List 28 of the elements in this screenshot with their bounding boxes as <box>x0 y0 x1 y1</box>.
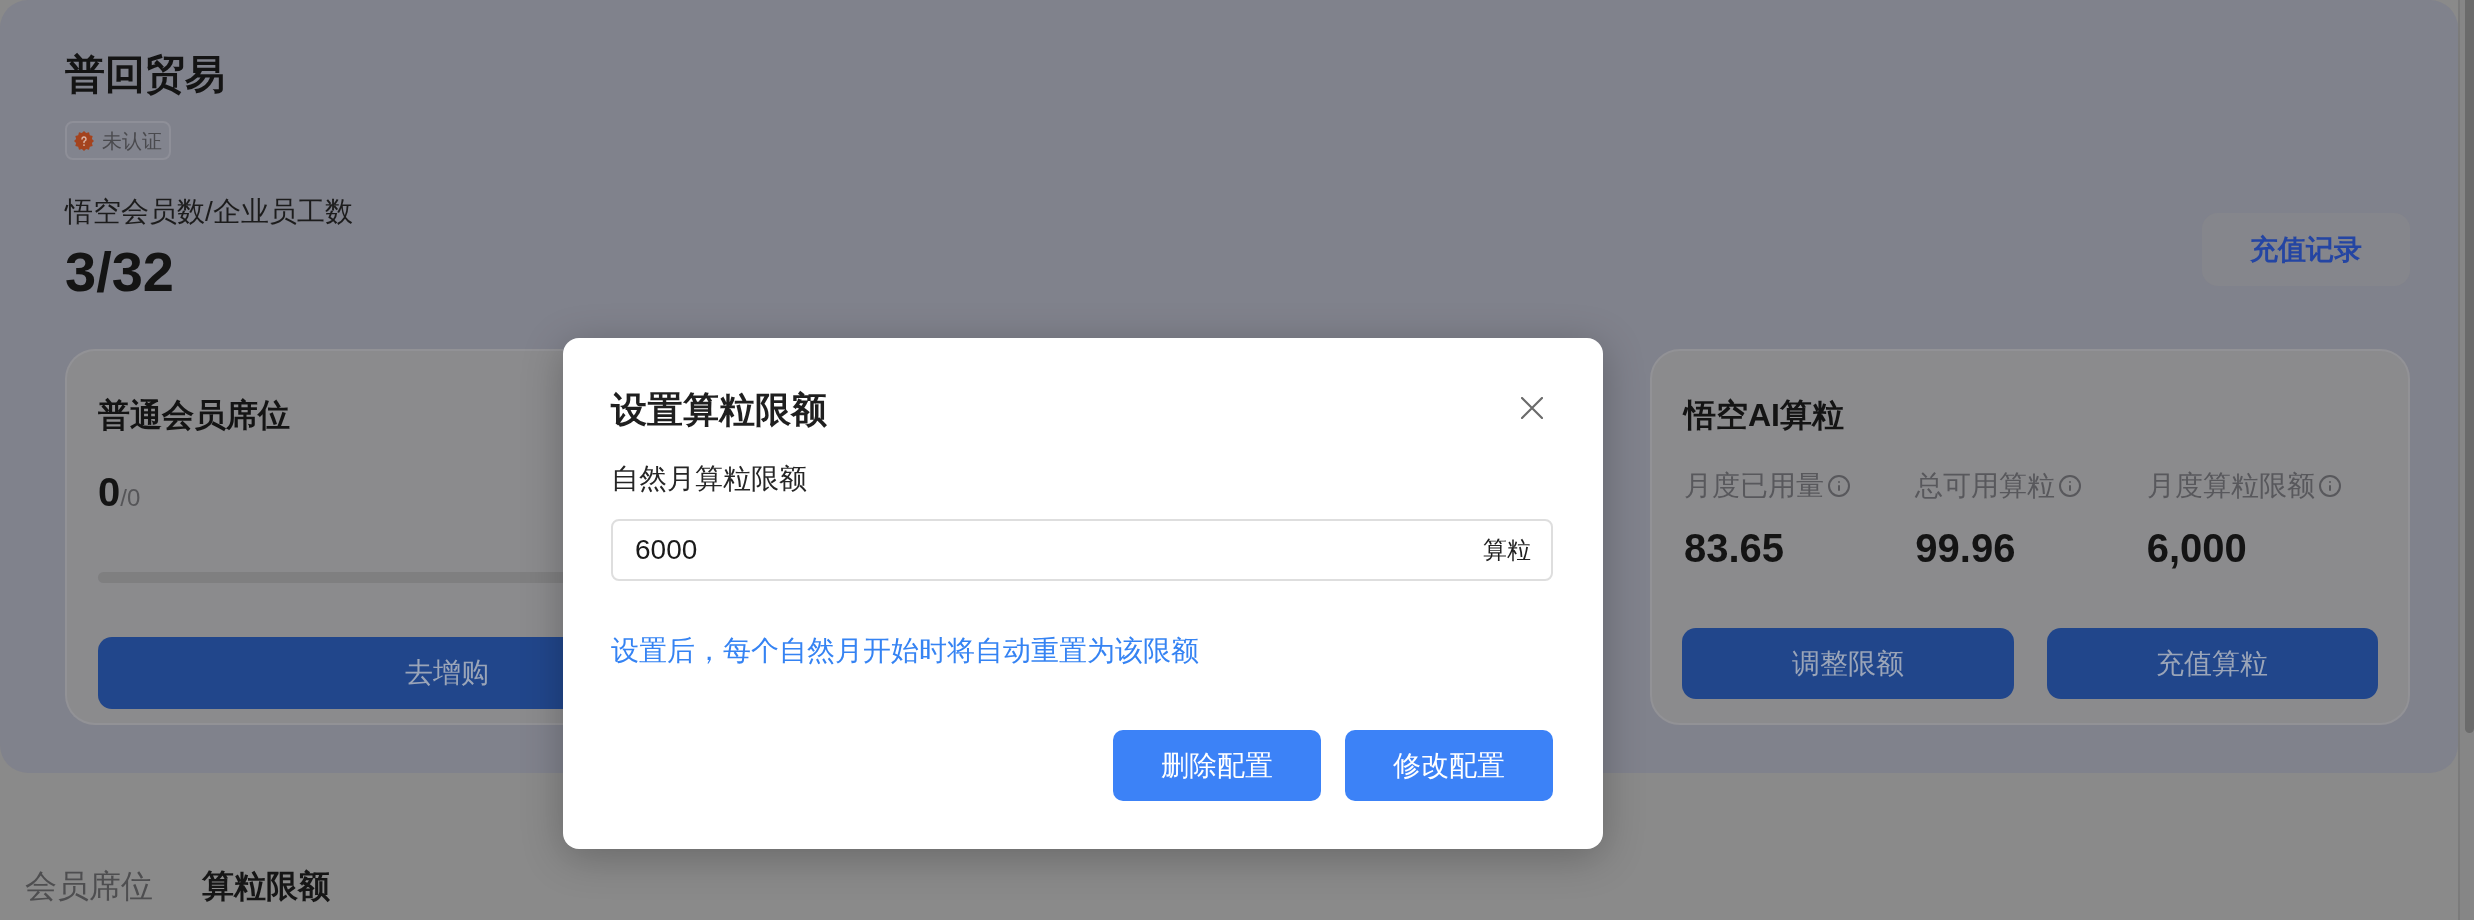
scrollbar-thumb[interactable] <box>2465 0 2474 733</box>
recharge-record-button[interactable]: 充值记录 <box>2202 213 2410 286</box>
stat-value: 99.96 <box>1915 525 2016 572</box>
info-icon[interactable] <box>2317 474 2342 498</box>
unit-label: 算粒 <box>1483 535 1531 565</box>
tab[interactable]: 算粒限额 <box>202 866 330 906</box>
member-count-label: 悟空会员数/企业员工数 <box>65 195 353 229</box>
stat-value: 6,000 <box>2146 525 2247 572</box>
hint-text: 设置后，每个自然月开始时将自动重置为该限额 <box>611 634 1200 668</box>
stat-value: 83.65 <box>1684 525 1785 572</box>
compute-action-button[interactable]: 充值算粒 <box>2046 628 2378 699</box>
buy-more-button[interactable]: 去增购 <box>98 637 563 709</box>
dialog-action-button[interactable]: 删除配置 <box>1113 730 1321 801</box>
question-badge-icon <box>74 130 94 151</box>
info-icon[interactable] <box>2058 474 2083 498</box>
card-title: 悟空AI算粒 <box>1682 396 1845 435</box>
close-icon <box>1521 397 1543 419</box>
badge-text: 未认证 <box>102 128 162 153</box>
field-label: 自然月算粒限额 <box>611 462 808 496</box>
info-icon[interactable] <box>1827 474 1851 498</box>
dialog-action-button[interactable]: 修改配置 <box>1345 730 1553 801</box>
member-count-value: 3/32 <box>65 240 174 304</box>
close-button[interactable] <box>1521 397 1543 419</box>
compute-action-button[interactable]: 调整限额 <box>1682 628 2014 699</box>
dialog-title: 设置算粒限额 <box>611 388 827 432</box>
card-title: 普通会员席位 <box>98 396 291 435</box>
company-name: 普回贸易 <box>65 51 225 98</box>
tab[interactable]: 会员席位 <box>25 866 153 906</box>
